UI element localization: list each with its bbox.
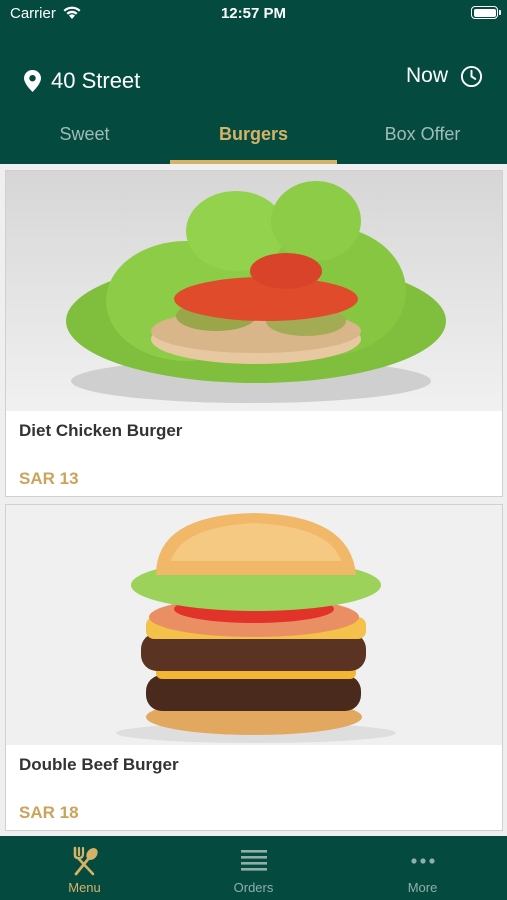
tab-box-offer[interactable]: Box Offer <box>338 118 507 164</box>
tab-burgers[interactable]: Burgers <box>169 118 338 164</box>
nav-menu-label: Menu <box>68 880 101 895</box>
diet-chicken-burger-image <box>6 171 502 411</box>
menu-item-card[interactable]: Diet Chicken Burger SAR 13 <box>5 170 503 497</box>
location-pin-icon <box>24 70 41 92</box>
battery-icon <box>471 6 501 19</box>
nav-orders-label: Orders <box>233 880 274 895</box>
location-selector[interactable]: 40 Street <box>24 68 140 94</box>
item-name: Double Beef Burger <box>19 755 179 774</box>
nav-more[interactable]: More <box>338 836 507 900</box>
item-price: SAR 13 <box>19 469 79 488</box>
app-header: Carrier 12:57 PM 40 Street Now Sweet Bur… <box>0 0 507 164</box>
double-beef-burger-image <box>6 505 502 745</box>
more-dots-icon <box>410 858 435 864</box>
location-label: 40 Street <box>51 68 141 93</box>
list-icon <box>240 850 267 871</box>
order-time-selector[interactable]: Now <box>406 64 483 88</box>
item-price: SAR 18 <box>19 803 79 822</box>
bottom-tab-bar: Menu Orders More <box>0 836 507 900</box>
item-name: Diet Chicken Burger <box>19 421 183 440</box>
clock-icon <box>460 65 483 87</box>
fork-spoon-icon <box>73 846 98 876</box>
nav-more-label: More <box>407 880 438 895</box>
status-time: 12:57 PM <box>220 5 287 22</box>
menu-item-card[interactable]: Double Beef Burger SAR 18 <box>5 504 503 831</box>
nav-menu[interactable]: Menu <box>0 836 169 900</box>
tab-sweet[interactable]: Sweet <box>0 118 169 164</box>
status-bar: Carrier 12:57 PM <box>0 0 507 28</box>
order-time-label: Now <box>405 64 448 87</box>
category-tabs: Sweet Burgers Box Offer <box>0 118 507 164</box>
nav-orders[interactable]: Orders <box>169 836 338 900</box>
